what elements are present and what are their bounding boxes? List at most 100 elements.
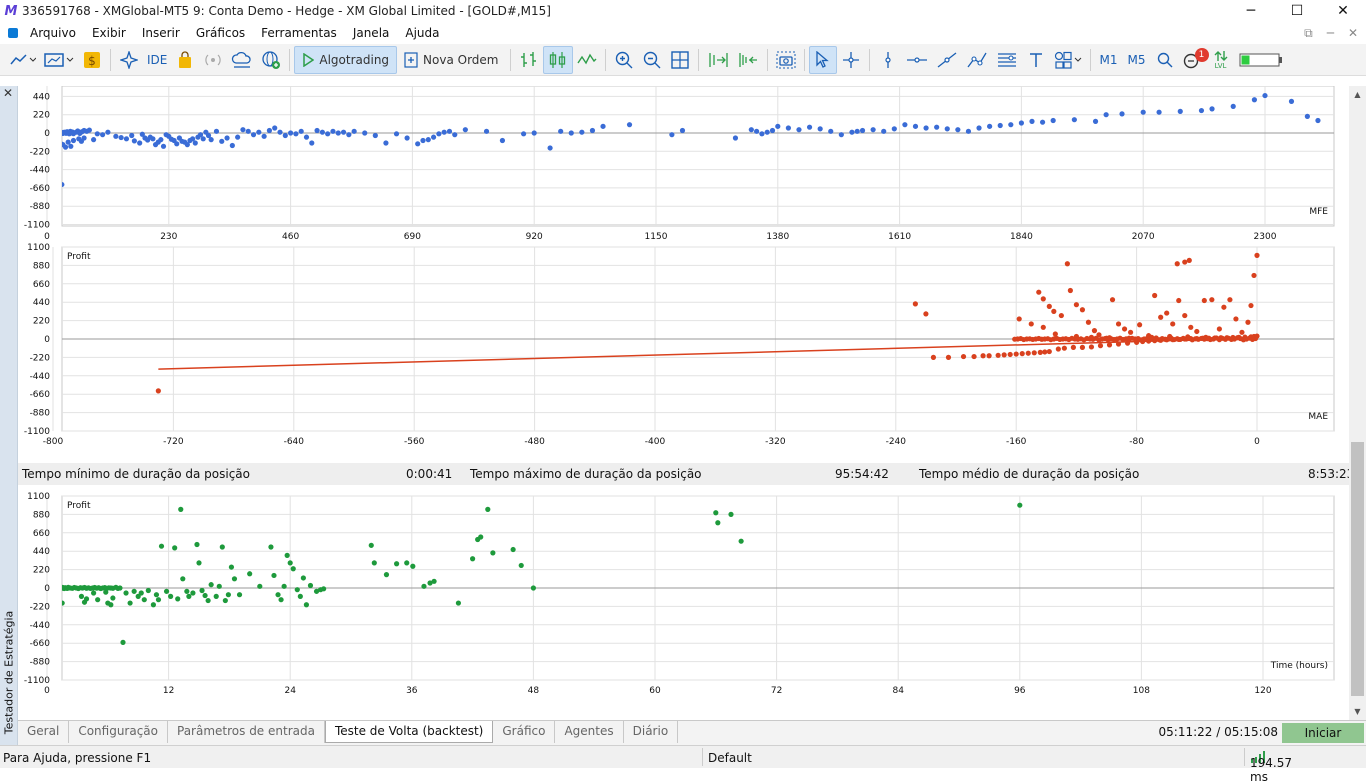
tab-backtest[interactable]: Teste de Volta (backtest) <box>324 721 494 743</box>
data-point <box>1096 332 1102 338</box>
menu-ajuda[interactable]: Ajuda <box>397 22 447 44</box>
polyline-button[interactable] <box>962 46 992 74</box>
vertical-scrollbar[interactable]: ▲ ▼ <box>1349 86 1366 720</box>
close-button[interactable]: ✕ <box>1320 0 1366 22</box>
data-point <box>224 135 230 141</box>
candlestick-button[interactable] <box>542 45 573 74</box>
channel-button[interactable] <box>992 46 1022 74</box>
x-tick-label: 2300 <box>1254 232 1277 242</box>
scrollbar-thumb[interactable] <box>1351 442 1364 696</box>
start-button[interactable]: Iniciar <box>1282 723 1364 743</box>
data-point <box>1067 287 1073 294</box>
trendline-button[interactable] <box>932 46 962 74</box>
scroll-up-icon[interactable]: ▲ <box>1349 86 1366 103</box>
data-point <box>568 130 574 136</box>
mdi-close-icon[interactable]: ✕ <box>1348 26 1358 40</box>
tab-configuracao[interactable]: Configuração <box>69 721 168 743</box>
y-tick-label: -220 <box>30 147 51 157</box>
data-point <box>240 127 246 133</box>
data-point <box>1126 335 1132 341</box>
tab-grafico[interactable]: Gráfico <box>493 721 556 743</box>
zoom-in-button[interactable] <box>610 46 638 74</box>
zoom-out-button[interactable] <box>638 46 666 74</box>
vps-button[interactable] <box>171 46 199 74</box>
autoscroll-button[interactable] <box>703 46 733 74</box>
minimize-button[interactable]: ─ <box>1228 0 1274 22</box>
level-button[interactable]: LVL <box>1207 46 1235 74</box>
maximize-button[interactable]: ☐ <box>1274 0 1320 22</box>
tab-diario[interactable]: Diário <box>624 721 679 743</box>
data-point <box>1012 336 1018 342</box>
x-tick-label: 1840 <box>1010 232 1033 242</box>
data-point <box>208 137 214 143</box>
horizontal-line-button[interactable] <box>902 46 932 74</box>
templates-dropdown[interactable] <box>40 46 78 74</box>
menu-inserir[interactable]: Inserir <box>134 22 188 44</box>
menu-janela[interactable]: Janela <box>345 22 398 44</box>
mdi-restore-icon[interactable]: ⧉ <box>1304 26 1313 41</box>
grid-icon <box>670 50 689 69</box>
data-point <box>56 585 61 590</box>
crosshair-button[interactable] <box>837 46 865 74</box>
data-point <box>321 586 327 592</box>
horizontal-line-icon <box>906 56 927 63</box>
cloud-button[interactable] <box>227 46 257 74</box>
y-tick-label: 660 <box>33 280 50 290</box>
signals-button[interactable] <box>115 46 143 74</box>
menu-arquivo[interactable]: Arquivo <box>22 22 84 44</box>
data-point <box>1167 333 1173 340</box>
screenshot-button[interactable] <box>772 46 800 74</box>
notifications-button[interactable]: 1 <box>1179 46 1209 74</box>
data-point <box>307 582 314 589</box>
data-point <box>216 583 222 589</box>
x-tick-label: 48 <box>528 686 540 696</box>
data-point <box>1185 334 1191 340</box>
data-point <box>923 311 929 317</box>
menu-ferramentas[interactable]: Ferramentas <box>253 22 345 44</box>
x-tick-label: -400 <box>645 437 666 447</box>
ide-button[interactable]: IDE <box>143 46 171 74</box>
text-button[interactable] <box>1022 46 1050 74</box>
data-point <box>589 127 596 134</box>
data-point <box>236 592 243 598</box>
timeframe-m5-button[interactable]: M5 <box>1123 46 1151 74</box>
data-point <box>1119 111 1125 117</box>
data-point <box>180 576 186 582</box>
wifi-signal-button[interactable] <box>199 46 227 74</box>
tab-parametros[interactable]: Parâmetros de entrada <box>168 721 325 743</box>
data-point <box>1071 117 1077 123</box>
data-point <box>94 131 100 137</box>
data-point <box>178 506 184 512</box>
tab-agentes[interactable]: Agentes <box>555 721 624 743</box>
close-panel-icon[interactable]: ✕ <box>3 86 13 100</box>
search-button[interactable] <box>1151 46 1179 74</box>
algotrading-button[interactable]: Algotrading <box>294 45 398 74</box>
data-point <box>51 130 56 135</box>
data-point <box>1315 117 1321 124</box>
new-order-label: Nova Ordem <box>423 52 499 67</box>
shapes-dropdown[interactable] <box>1050 46 1086 74</box>
data-point <box>110 595 116 601</box>
chart-type-dropdown[interactable] <box>6 46 40 74</box>
cursor-button[interactable] <box>808 45 837 74</box>
line-button[interactable] <box>573 46 601 74</box>
data-point <box>271 572 277 579</box>
tile-windows-button[interactable] <box>666 46 694 74</box>
data-point <box>1058 312 1064 319</box>
menu-graficos[interactable]: Gráficos <box>188 22 253 44</box>
menu-exibir[interactable]: Exibir <box>84 22 134 44</box>
menu-bar: Arquivo Exibir Inserir Gráficos Ferramen… <box>0 22 1366 44</box>
new-order-button[interactable]: Nova Ordem <box>397 46 505 74</box>
data-point <box>715 520 721 526</box>
bar-chart-button[interactable] <box>515 46 543 74</box>
data-point <box>806 124 813 130</box>
tab-geral[interactable]: Geral <box>18 721 70 743</box>
scroll-down-icon[interactable]: ▼ <box>1349 703 1366 720</box>
timeframe-m1-button[interactable]: M1 <box>1095 46 1123 74</box>
vertical-line-button[interactable] <box>874 46 902 74</box>
globe-button[interactable] <box>257 46 285 74</box>
chart-shift-button[interactable] <box>733 46 763 74</box>
mdi-minimize-icon[interactable]: ─ <box>1327 26 1334 40</box>
data-point <box>1029 118 1035 124</box>
market-button[interactable]: $ <box>78 46 106 74</box>
